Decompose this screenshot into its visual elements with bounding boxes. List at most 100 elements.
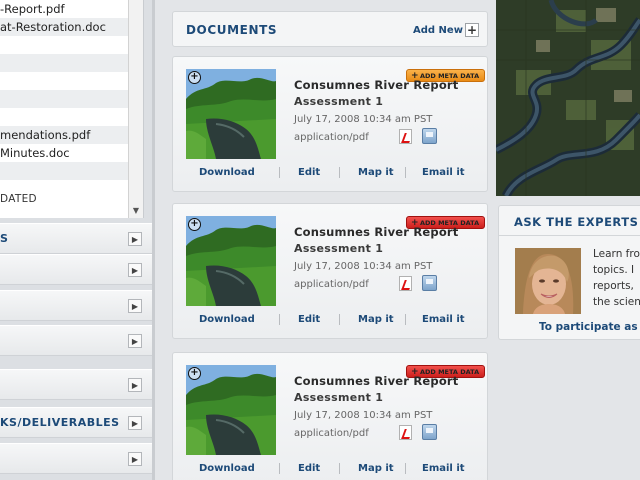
map-it-link[interactable]: Map it (358, 314, 394, 325)
edit-link[interactable]: Edit (298, 314, 320, 325)
file-list-item[interactable] (0, 36, 143, 54)
map-image (496, 0, 640, 196)
expand-arrow-icon[interactable]: ▶ (128, 299, 142, 313)
document-date: July 17, 2008 10:34 am PST (294, 410, 433, 421)
expand-arrow-icon[interactable]: ▶ (128, 232, 142, 246)
participate-link[interactable]: To participate as (539, 321, 638, 333)
action-separator (339, 314, 340, 325)
pdf-icon[interactable] (399, 276, 412, 291)
action-separator (279, 463, 280, 474)
document-actions: Download Edit Map it Email it (173, 463, 489, 479)
document-title[interactable]: Consumnes River Report (294, 78, 459, 92)
file-list: -Report.pdf at-Restoration.doc mendations.… (0, 0, 144, 218)
expand-arrow-icon[interactable]: ▶ (128, 334, 142, 348)
sidebar-accordion-item[interactable]: ▶ (0, 325, 152, 356)
document-card: + + ADD META DATA Consumnes River Report … (172, 352, 488, 480)
expand-arrow-icon[interactable]: ▶ (128, 263, 142, 277)
file-list-item[interactable]: mendations.pdf (0, 126, 143, 144)
document-mime-type: application/pdf (294, 279, 369, 290)
experts-title: ASK THE EXPERTS (514, 215, 639, 229)
scroll-down-arrow-icon[interactable]: ▼ (130, 205, 142, 217)
river-thumbnail-image (186, 69, 276, 159)
experts-text-line: Learn fro (593, 248, 640, 260)
expand-arrow-icon[interactable]: ▶ (128, 416, 142, 430)
pdf-icon[interactable] (399, 129, 412, 144)
download-link[interactable]: Download (199, 167, 255, 178)
file-list-item[interactable]: Minutes.doc (0, 144, 143, 162)
action-separator (339, 463, 340, 474)
map-it-link[interactable]: Map it (358, 463, 394, 474)
file-name: mendations.pdf (0, 128, 91, 142)
ask-the-experts-panel: ASK THE EXPERTS Learn fro topics. I repo… (498, 205, 640, 340)
edit-link[interactable]: Edit (298, 167, 320, 178)
file-list-item[interactable] (0, 90, 143, 108)
satellite-map[interactable] (496, 0, 640, 196)
document-mime-type: application/pdf (294, 428, 369, 439)
document-thumbnail[interactable]: + (186, 69, 276, 159)
file-list-item[interactable] (0, 72, 143, 90)
accordion-label: KS/DELIVERABLES (0, 416, 120, 429)
document-mime-type: application/pdf (294, 132, 369, 143)
email-it-link[interactable]: Email it (422, 314, 465, 325)
save-icon[interactable] (422, 275, 437, 291)
action-separator (405, 167, 406, 178)
expert-photo (515, 248, 581, 314)
file-list-scrollbar[interactable]: ▼ (128, 0, 143, 218)
sidebar-accordion-item[interactable]: S ▶ (0, 223, 152, 254)
action-separator (405, 314, 406, 325)
save-icon[interactable] (422, 424, 437, 440)
file-list-item[interactable] (0, 54, 143, 72)
zoom-icon[interactable]: + (188, 367, 201, 380)
expert-avatar (515, 248, 581, 314)
document-subtitle: Assessment 1 (294, 95, 384, 108)
documents-panel: DOCUMENTS Add New + + + ADD META DATA Con… (170, 0, 488, 480)
zoom-icon[interactable]: + (188, 218, 201, 231)
file-list-item[interactable]: -Report.pdf (0, 0, 143, 18)
experts-text-line: reports, (593, 280, 634, 292)
sidebar-accordion-item[interactable]: ▶ (0, 254, 152, 285)
document-card: + + ADD META DATA Consumnes River Report … (172, 56, 488, 192)
email-it-link[interactable]: Email it (422, 167, 465, 178)
email-it-link[interactable]: Email it (422, 463, 465, 474)
sidebar-divider (152, 0, 155, 480)
experts-text-line: the scien (593, 296, 640, 308)
experts-header: ASK THE EXPERTS (499, 206, 640, 236)
edit-link[interactable]: Edit (298, 463, 320, 474)
documents-header: DOCUMENTS Add New + (172, 11, 488, 47)
left-sidebar: -Report.pdf at-Restoration.doc mendations.… (0, 0, 155, 480)
file-name: DATED (0, 193, 37, 205)
action-separator (339, 167, 340, 178)
file-list-item[interactable] (0, 162, 143, 180)
download-link[interactable]: Download (199, 314, 255, 325)
download-link[interactable]: Download (199, 463, 255, 474)
map-it-link[interactable]: Map it (358, 167, 394, 178)
document-thumbnail[interactable]: + (186, 365, 276, 455)
document-subtitle: Assessment 1 (294, 242, 384, 255)
document-title[interactable]: Consumnes River Report (294, 225, 459, 239)
document-actions: Download Edit Map it Email it (173, 167, 489, 183)
document-thumbnail[interactable]: + (186, 216, 276, 306)
zoom-icon[interactable]: + (188, 71, 201, 84)
river-thumbnail-image (186, 365, 276, 455)
sidebar-accordion-item[interactable]: ▶ (0, 443, 152, 474)
plus-icon[interactable]: + (465, 23, 479, 37)
sidebar-accordion-item[interactable]: KS/DELIVERABLES ▶ (0, 407, 152, 438)
action-separator (279, 314, 280, 325)
sidebar-accordion-item[interactable]: ▶ (0, 290, 152, 321)
document-title[interactable]: Consumnes River Report (294, 374, 459, 388)
save-icon[interactable] (422, 128, 437, 144)
experts-text-line: topics. I (593, 264, 635, 276)
add-new-link[interactable]: Add New (413, 25, 463, 36)
expand-arrow-icon[interactable]: ▶ (128, 452, 142, 466)
sidebar-accordion-item[interactable]: ▶ (0, 369, 152, 400)
right-column: ASK THE EXPERTS Learn fro topics. I repo… (496, 0, 640, 480)
pdf-icon[interactable] (399, 425, 412, 440)
file-list-item[interactable] (0, 108, 143, 126)
document-date: July 17, 2008 10:34 am PST (294, 114, 433, 125)
file-list-item[interactable]: at-Restoration.doc (0, 18, 143, 36)
accordion-label: S (0, 232, 9, 245)
file-name: at-Restoration.doc (0, 20, 106, 34)
document-card: + + ADD META DATA Consumnes River Report … (172, 203, 488, 339)
file-list-status: DATED (0, 180, 143, 218)
expand-arrow-icon[interactable]: ▶ (128, 378, 142, 392)
